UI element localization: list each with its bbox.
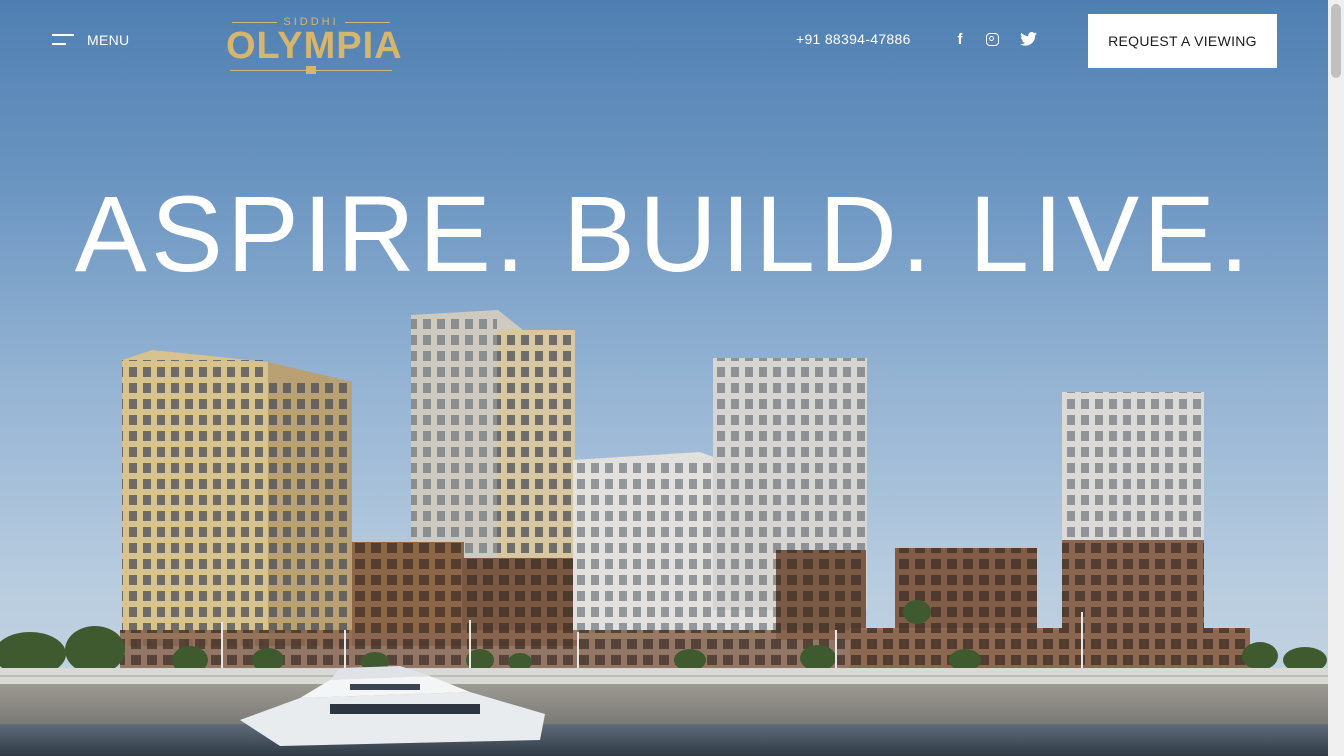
logo-mark bbox=[306, 66, 316, 74]
twitter-icon[interactable] bbox=[1019, 30, 1037, 48]
menu-button[interactable]: MENU bbox=[52, 28, 129, 52]
phone-link[interactable]: +91 88394-47886 bbox=[796, 31, 911, 47]
menu-label: MENU bbox=[87, 32, 130, 48]
request-viewing-button[interactable]: REQUEST A VIEWING bbox=[1088, 14, 1277, 68]
logo-main-text: OLYMPIA bbox=[226, 25, 403, 67]
building-tower-right bbox=[1062, 392, 1204, 640]
instagram-icon[interactable] bbox=[983, 30, 1001, 48]
building-tower-center-right bbox=[713, 358, 867, 640]
hero-headline: ASPIRE. BUILD. LIVE. bbox=[74, 173, 1254, 294]
scrollbar-track[interactable] bbox=[1328, 0, 1344, 756]
site-logo[interactable]: SIDDHI OLYMPIA bbox=[226, 8, 403, 76]
hero-section: MENU SIDDHI OLYMPIA +91 88394-47886 f RE… bbox=[0, 0, 1328, 756]
hamburger-icon bbox=[52, 34, 74, 46]
hero-background-image bbox=[0, 310, 1328, 756]
facebook-icon[interactable]: f bbox=[951, 30, 969, 48]
scrollbar-thumb[interactable] bbox=[1331, 4, 1341, 78]
building-gold-left bbox=[122, 350, 352, 646]
